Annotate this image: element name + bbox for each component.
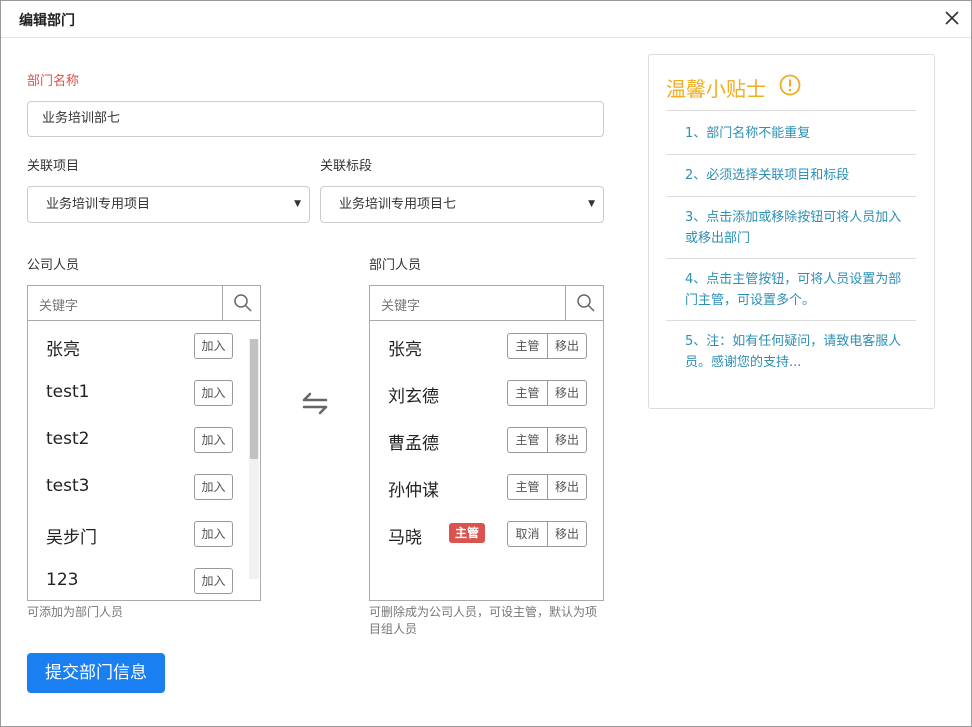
tip-item: 4、点击主管按钮，可将人员设置为部门主管，可设置多个。	[666, 259, 916, 321]
list-item: test1 加入	[28, 368, 260, 415]
set-manager-button[interactable]: 主管	[508, 334, 547, 358]
dept-staff-list: 张亮 主管 移出 刘玄德 主管 移出 曹孟德 主管 移出 孙仲谋 主管 移出 马…	[369, 321, 604, 601]
set-manager-button[interactable]: 主管	[508, 381, 547, 405]
list-item: 张亮 加入	[28, 321, 260, 368]
company-staff-search-input[interactable]: 关键字	[39, 295, 78, 314]
submit-button[interactable]: 提交部门信息	[27, 653, 165, 693]
member-actions: 主管 移出	[507, 427, 587, 453]
manager-badge: 主管	[449, 523, 486, 543]
dialog-title: 编辑部门	[19, 13, 75, 29]
tip-item: 5、注：如有任何疑问，请致电客服人员。感谢您的支持...	[685, 334, 902, 370]
list-item: 孙仲谋 主管 移出	[370, 462, 603, 509]
dept-staff-search-input[interactable]: 关键字	[381, 295, 420, 314]
list-item: 吴步门 加入	[28, 509, 260, 556]
add-button[interactable]: 加入	[194, 427, 233, 453]
member-actions: 主管 移出	[507, 333, 587, 359]
dialog-titlebar: 编辑部门	[1, 1, 971, 38]
member-actions: 取消 移出	[507, 521, 587, 547]
dept-staff-hint: 可删除成为公司人员，可设主管，默认为项 目组人员	[369, 604, 597, 638]
person-name: 张亮	[388, 340, 422, 360]
list-item: 张亮 主管 移出	[370, 321, 603, 368]
dept-staff-hint-line: 可删除成为公司人员，可设主管，默认为项	[369, 605, 598, 619]
company-staff-label: 公司人员	[27, 258, 80, 273]
tip-item: 1、部门名称不能重复	[666, 113, 916, 155]
tip-item: 2、必须选择关联项目和标段	[666, 155, 916, 197]
set-manager-button[interactable]: 主管	[508, 428, 547, 452]
list-item: 马晓 主管 取消 移出	[370, 509, 603, 556]
dept-staff-label: 部门人员	[369, 258, 422, 273]
add-button[interactable]: 加入	[194, 568, 233, 594]
add-button[interactable]: 加入	[194, 474, 233, 500]
list-item: test2 加入	[28, 415, 260, 462]
person-name: test3	[46, 476, 90, 496]
search-button[interactable]	[565, 286, 603, 320]
dept-staff-search[interactable]: 关键字	[369, 285, 604, 321]
tips-header: 温馨小贴士	[666, 73, 916, 111]
list-item: 123 加入	[28, 556, 260, 600]
remove-button[interactable]: 移出	[547, 334, 586, 358]
tips-title: 温馨小贴士	[666, 77, 766, 101]
section-select-value: 业务培训专用项目七	[339, 197, 457, 212]
search-button[interactable]	[222, 286, 260, 320]
person-name: 刘玄德	[388, 387, 439, 407]
remove-button[interactable]: 移出	[547, 522, 586, 546]
remove-button[interactable]: 移出	[547, 428, 586, 452]
dept-staff-hint-line: 目组人员	[369, 622, 418, 636]
swap-arrows-icon	[299, 385, 333, 421]
search-icon	[234, 294, 252, 312]
project-label: 关联项目	[27, 159, 80, 174]
tips-panel: 温馨小贴士 1、部门名称不能重复 2、必须选择关联项目和标段 3、点击添加或移除…	[648, 54, 935, 409]
list-item: 刘玄德 主管 移出	[370, 368, 603, 415]
person-name: test2	[46, 429, 90, 449]
person-name: 123	[46, 570, 79, 590]
person-name: 曹孟德	[388, 434, 439, 454]
project-select[interactable]: 业务培训专用项目 ▼	[27, 186, 310, 223]
add-button[interactable]: 加入	[194, 333, 233, 359]
person-name: 张亮	[46, 340, 80, 360]
person-name: 马晓	[388, 528, 422, 548]
dropdown-arrow-icon: ▼	[588, 199, 595, 209]
scrollbar[interactable]	[249, 339, 259, 579]
project-select-value: 业务培训专用项目	[46, 197, 151, 212]
search-icon	[577, 294, 595, 312]
section-select[interactable]: 业务培训专用项目七 ▼	[320, 186, 604, 223]
section-label: 关联标段	[320, 159, 373, 174]
close-icon[interactable]	[941, 7, 963, 29]
member-actions: 主管 移出	[507, 474, 587, 500]
list-item: 曹孟德 主管 移出	[370, 415, 603, 462]
dept-name-label: 部门名称	[27, 74, 80, 89]
add-button[interactable]: 加入	[194, 521, 233, 547]
remove-button[interactable]: 移出	[547, 475, 586, 499]
member-actions: 主管 移出	[507, 380, 587, 406]
info-icon	[779, 74, 801, 100]
company-staff-list: 张亮 加入 test1 加入 test2 加入 test3 加入 吴步门 加入 …	[27, 321, 261, 601]
person-name: test1	[46, 382, 90, 402]
company-staff-search[interactable]: 关键字	[27, 285, 261, 321]
dropdown-arrow-icon: ▼	[294, 199, 301, 209]
add-button[interactable]: 加入	[194, 380, 233, 406]
edit-department-dialog: 编辑部门 部门名称 业务培训部七 关联项目 业务培训专用项目 ▼ 关联标段 业务…	[0, 0, 972, 727]
list-item: test3 加入	[28, 462, 260, 509]
tip-item: 3、点击添加或移除按钮可将人员加入或移出部门	[666, 197, 916, 259]
company-staff-hint: 可添加为部门人员	[27, 605, 124, 619]
person-name: 吴步门	[46, 528, 97, 548]
dept-name-input[interactable]: 业务培训部七	[27, 101, 604, 137]
scrollbar-thumb[interactable]	[250, 339, 258, 459]
cancel-manager-button[interactable]: 取消	[508, 522, 547, 546]
set-manager-button[interactable]: 主管	[508, 475, 547, 499]
remove-button[interactable]: 移出	[547, 381, 586, 405]
person-name: 孙仲谋	[388, 481, 439, 501]
